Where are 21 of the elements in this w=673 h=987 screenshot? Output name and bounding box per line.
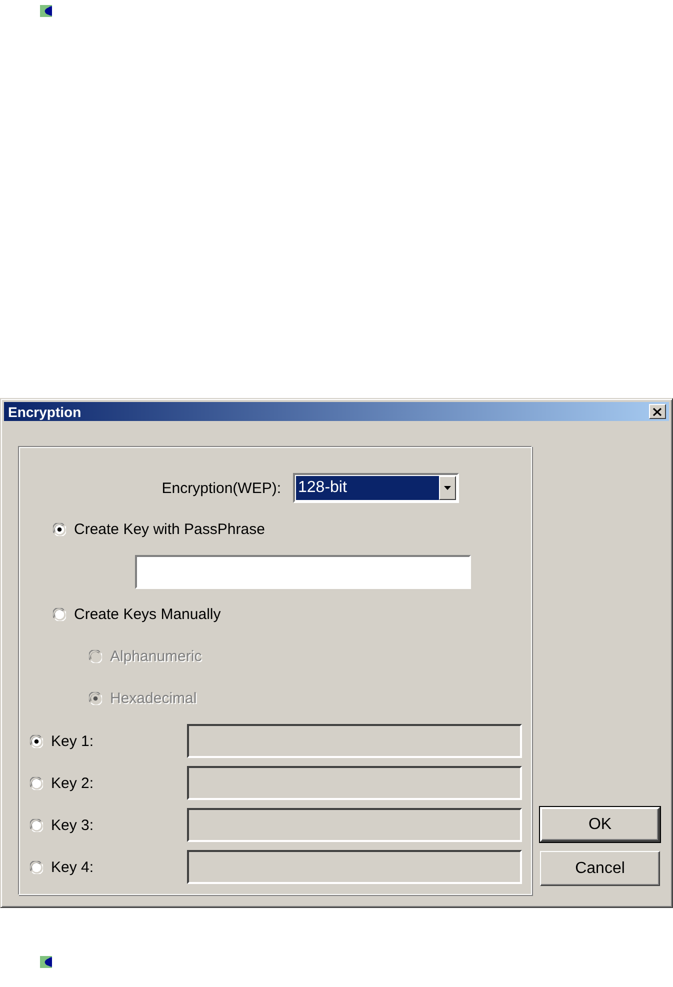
- key-label: Key 4:: [51, 858, 94, 876]
- ok-button[interactable]: OK: [540, 807, 660, 842]
- caret-icon: [444, 486, 451, 490]
- radio-button[interactable]: [53, 522, 66, 536]
- option-label: Create Keys Manually: [74, 606, 221, 622]
- passphrase-field[interactable]: [135, 555, 471, 589]
- encryption-dropdown[interactable]: 128-bit: [293, 473, 459, 503]
- option-label: Alphanumeric: [110, 648, 202, 664]
- window-title: Encryption: [8, 404, 82, 420]
- cancel-button[interactable]: Cancel: [540, 851, 660, 886]
- app-icon: [40, 956, 52, 968]
- field-label: Encryption(WEP):: [160, 480, 281, 496]
- key-label: Key 1:: [51, 732, 94, 750]
- key-label: Key 2:: [51, 774, 94, 792]
- key-label: Key 3:: [51, 816, 94, 834]
- radio-button[interactable]: [53, 608, 66, 620]
- app-icon: [40, 5, 52, 17]
- option-label: Hexadecimal: [110, 690, 197, 706]
- close-button[interactable]: [649, 404, 666, 419]
- close-icon: [653, 408, 662, 416]
- option-label: Create Key with PassPhrase: [74, 520, 265, 538]
